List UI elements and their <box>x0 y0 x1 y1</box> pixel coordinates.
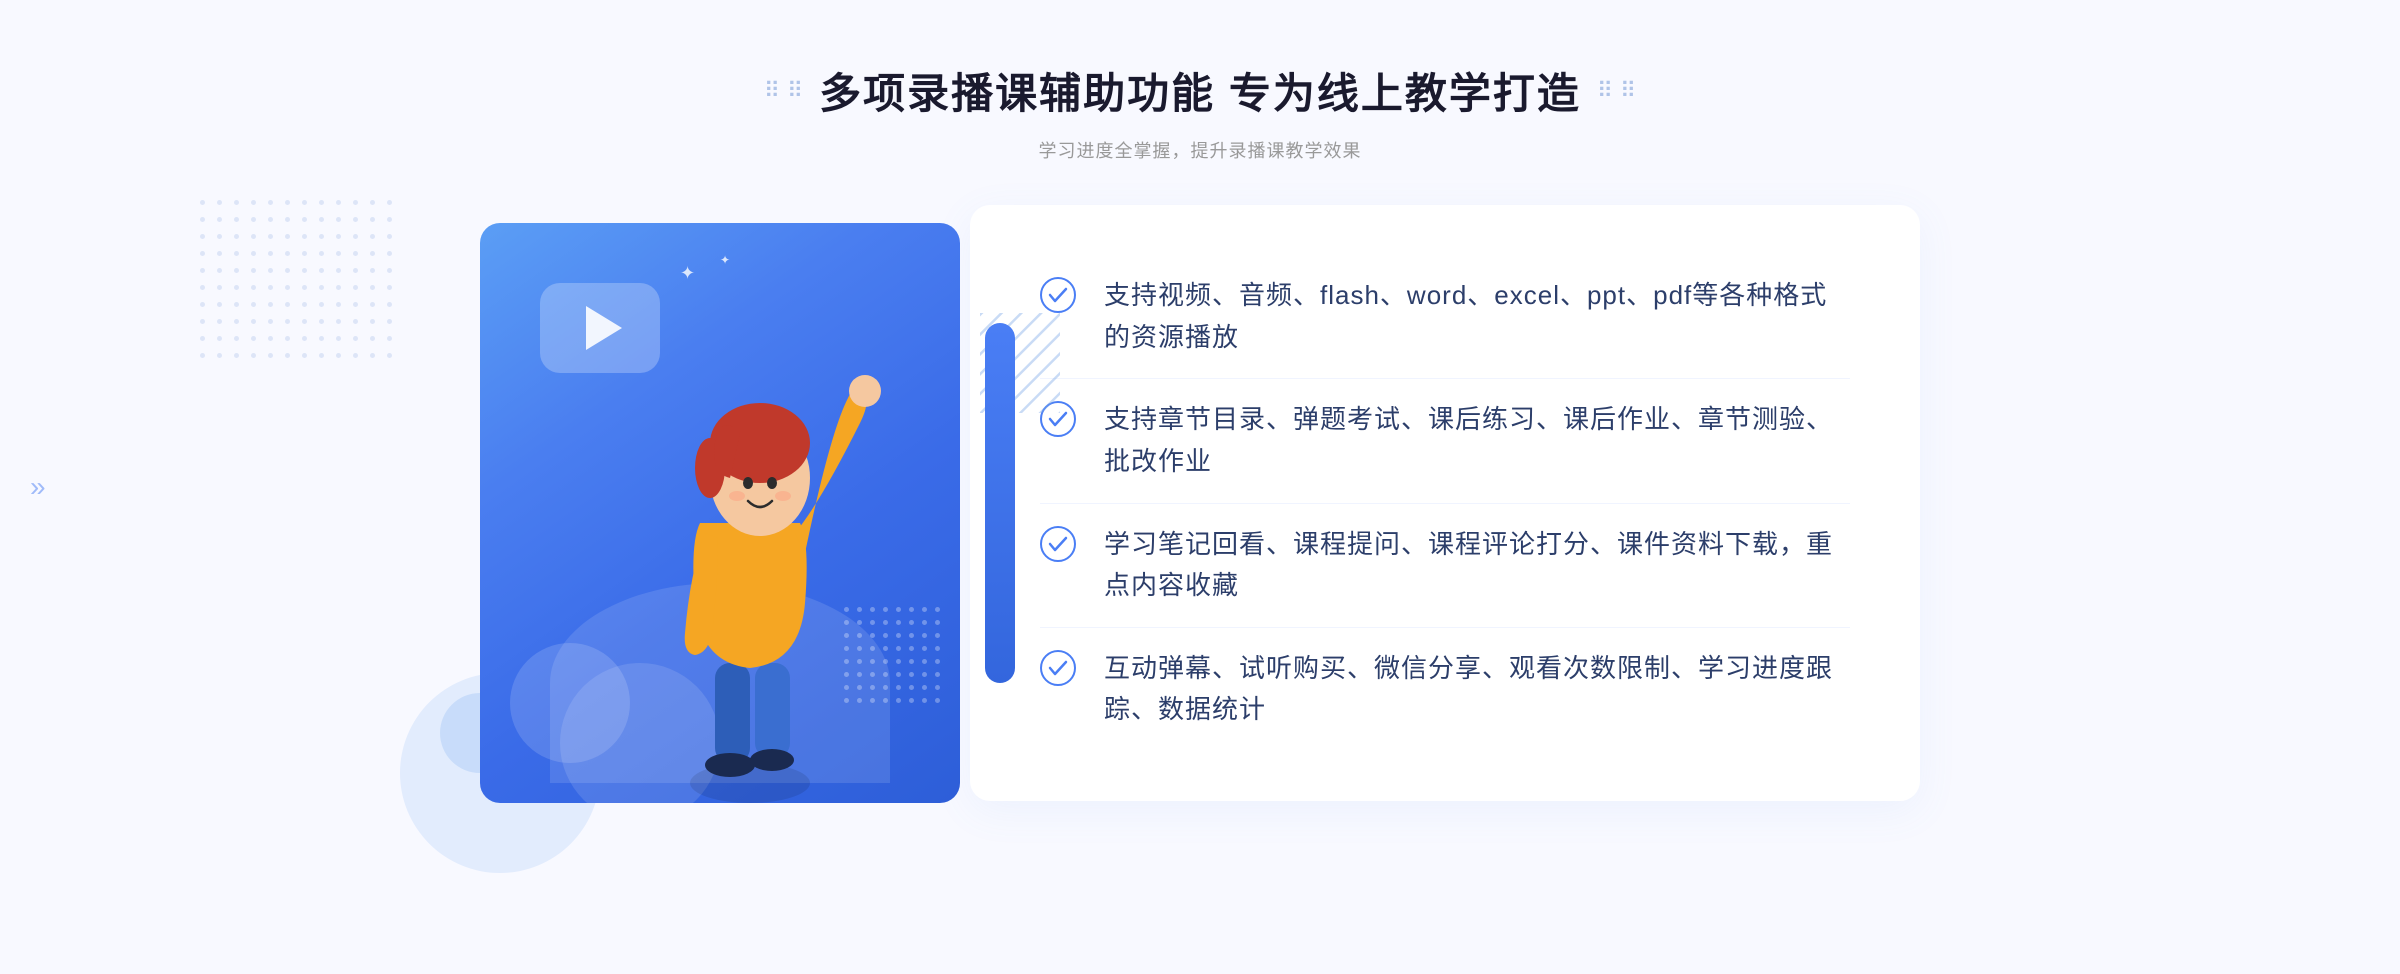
main-content: ✦ ✦ (function(){ var el = document.query… <box>400 193 2000 813</box>
page-subtitle: 学习进度全掌握，提升录播课教学效果 <box>764 137 1636 163</box>
title-wrapper: ⠿ ⠿ 多项录播课辅助功能 专为线上教学打造 ⠿ ⠿ <box>764 60 1636 121</box>
feature-text-2: 支持章节目录、弹题考试、课后练习、课后作业、章节测验、批改作业 <box>1104 399 1850 482</box>
feature-item-2: 支持章节目录、弹题考试、课后练习、课后作业、章节测验、批改作业 <box>1040 379 1850 503</box>
dots-decoration-left2: ⠿ <box>787 78 803 104</box>
header-section: ⠿ ⠿ 多项录播课辅助功能 专为线上教学打造 ⠿ ⠿ 学习进度全掌握，提升录播课… <box>764 0 1636 193</box>
feature-item-3: 学习笔记回看、课程提问、课程评论打分、课件资料下载，重点内容收藏 <box>1040 504 1850 628</box>
header-dots-right: ⠿ ⠿ <box>1597 78 1636 104</box>
feature-item-4: 互动弹幕、试听购买、微信分享、观看次数限制、学习进度跟踪、数据统计 <box>1040 628 1850 751</box>
right-panel: 支持视频、音频、flash、word、excel、ppt、pdf等各种格式的资源… <box>970 205 1920 801</box>
sparkle-icon-1: ✦ <box>680 263 695 284</box>
feature-text-4: 互动弹幕、试听购买、微信分享、观看次数限制、学习进度跟踪、数据统计 <box>1104 648 1850 731</box>
left-chevrons: » <box>30 471 46 503</box>
vertical-bar-deco <box>985 323 1015 683</box>
dots-decoration-left: ⠿ <box>764 78 782 104</box>
check-icon-4 <box>1040 650 1076 686</box>
dots-decoration-right2: ⠿ <box>1620 78 1636 104</box>
chevron-left-icon: » <box>30 471 46 503</box>
feature-text-3: 学习笔记回看、课程提问、课程评论打分、课件资料下载，重点内容收藏 <box>1104 524 1850 607</box>
check-icon-1 <box>1040 277 1076 313</box>
bg-dots-left: (function(){ var el = document.querySele… <box>200 200 392 358</box>
page-wrapper: ⠿ ⠿ 多项录播课辅助功能 专为线上教学打造 ⠿ ⠿ 学习进度全掌握，提升录播课… <box>0 0 2400 974</box>
dots-decoration-right: ⠿ <box>1597 78 1615 104</box>
person-illustration <box>600 323 900 803</box>
feature-text-1: 支持视频、音频、flash、word、excel、ppt、pdf等各种格式的资源… <box>1104 275 1850 358</box>
header-dots-left: ⠿ ⠿ <box>764 78 803 104</box>
page-title: 多项录播课辅助功能 专为线上教学打造 <box>819 60 1581 121</box>
illustration-background: ✦ ✦ (function(){ var el = document.query… <box>480 223 960 803</box>
feature-item-1: 支持视频、音频、flash、word、excel、ppt、pdf等各种格式的资源… <box>1040 255 1850 379</box>
sparkle-icon-2: ✦ <box>720 253 730 267</box>
check-icon-3 <box>1040 526 1076 562</box>
left-panel: ✦ ✦ (function(){ var el = document.query… <box>480 193 1000 813</box>
